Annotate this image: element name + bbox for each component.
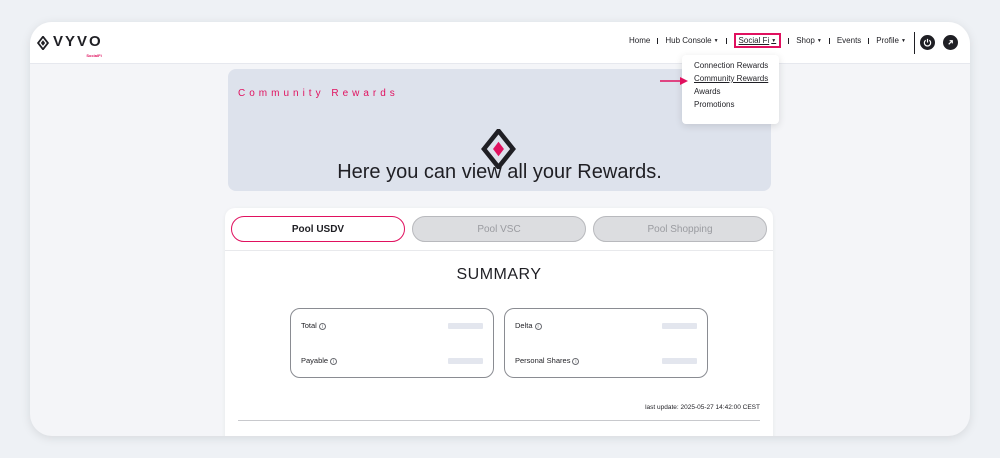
rewards-card: Pool USDV Pool VSC Pool Shopping SUMMARY… [225,208,773,436]
nav-separator [788,37,790,44]
info-icon[interactable]: i [534,322,542,330]
payable-label: Payable i [301,356,338,365]
power-icon[interactable] [920,35,935,50]
summary-box-left: Total i Payable i [290,308,494,378]
tab-pool-usdv[interactable]: Pool USDV [231,216,405,242]
summary-title: SUMMARY [456,266,542,283]
nav-item-shop[interactable]: Shop ▼ [796,36,822,45]
profile-circle-icon[interactable] [943,35,958,50]
info-icon[interactable]: i [318,322,326,330]
navbar: VYVO SocialFi Home Hub Console ▼ Social F… [30,22,970,64]
nav-divider [914,32,915,54]
nav-separator [725,37,727,44]
last-update: last update: 2025-05-27 14:42:00 CEST [645,404,760,411]
dropdown-item-community-rewards[interactable]: Community Rewards [694,72,779,85]
tab-pool-shopping[interactable]: Pool Shopping [593,216,767,242]
pool-tabs: Pool USDV Pool VSC Pool Shopping [231,216,774,242]
nav-item-home[interactable]: Home [629,36,650,45]
delta-label: Delta i [515,321,542,330]
info-icon[interactable]: i [330,357,338,365]
caret-down-icon: ▼ [816,37,822,44]
caret-down-icon: ▼ [713,37,719,44]
personal-shares-value [662,358,697,364]
hero-title: Community Rewards [238,88,399,99]
logo-sub: SocialFi [86,53,102,58]
pointer-arrow-icon [660,77,688,85]
app-window: VYVO SocialFi Home Hub Console ▼ Social F… [30,22,970,436]
nav-item-social-fi[interactable]: Social Fi ▼ [733,33,782,48]
dropdown-item-awards[interactable]: Awards [694,85,779,98]
nav-menu: Home Hub Console ▼ Social Fi ▼ Shop ▼ Event… [629,33,906,48]
nav-separator [868,37,870,44]
total-label: Total i [301,321,326,330]
nav-item-profile[interactable]: Profile ▼ [876,36,906,45]
divider [225,250,773,251]
caret-down-icon: ▼ [900,37,906,44]
info-icon[interactable]: i [572,357,580,365]
caret-down-icon: ▼ [771,37,777,44]
personal-shares-label: Personal Shares i [515,356,580,365]
total-value [448,323,483,329]
nav-item-events[interactable]: Events [837,36,861,45]
vyvo-logo-icon [36,36,50,50]
summary-box-right: Delta i Personal Shares i [504,308,708,378]
payable-value [448,358,483,364]
hero-text: Here you can view all your Rewards. [337,161,662,183]
tab-pool-vsc[interactable]: Pool VSC [412,216,586,242]
nav-separator [657,37,659,44]
delta-value [662,323,697,329]
social-fi-dropdown: Connection Rewards Community Rewards Awa… [682,55,779,124]
divider [238,420,760,421]
nav-separator [828,37,830,44]
nav-item-hub-console[interactable]: Hub Console ▼ [665,36,718,45]
dropdown-item-promotions[interactable]: Promotions [694,98,779,111]
logo-text: VYVO SocialFi [53,34,103,59]
dropdown-item-connection-rewards[interactable]: Connection Rewards [694,59,779,72]
logo[interactable]: VYVO SocialFi [36,34,103,59]
